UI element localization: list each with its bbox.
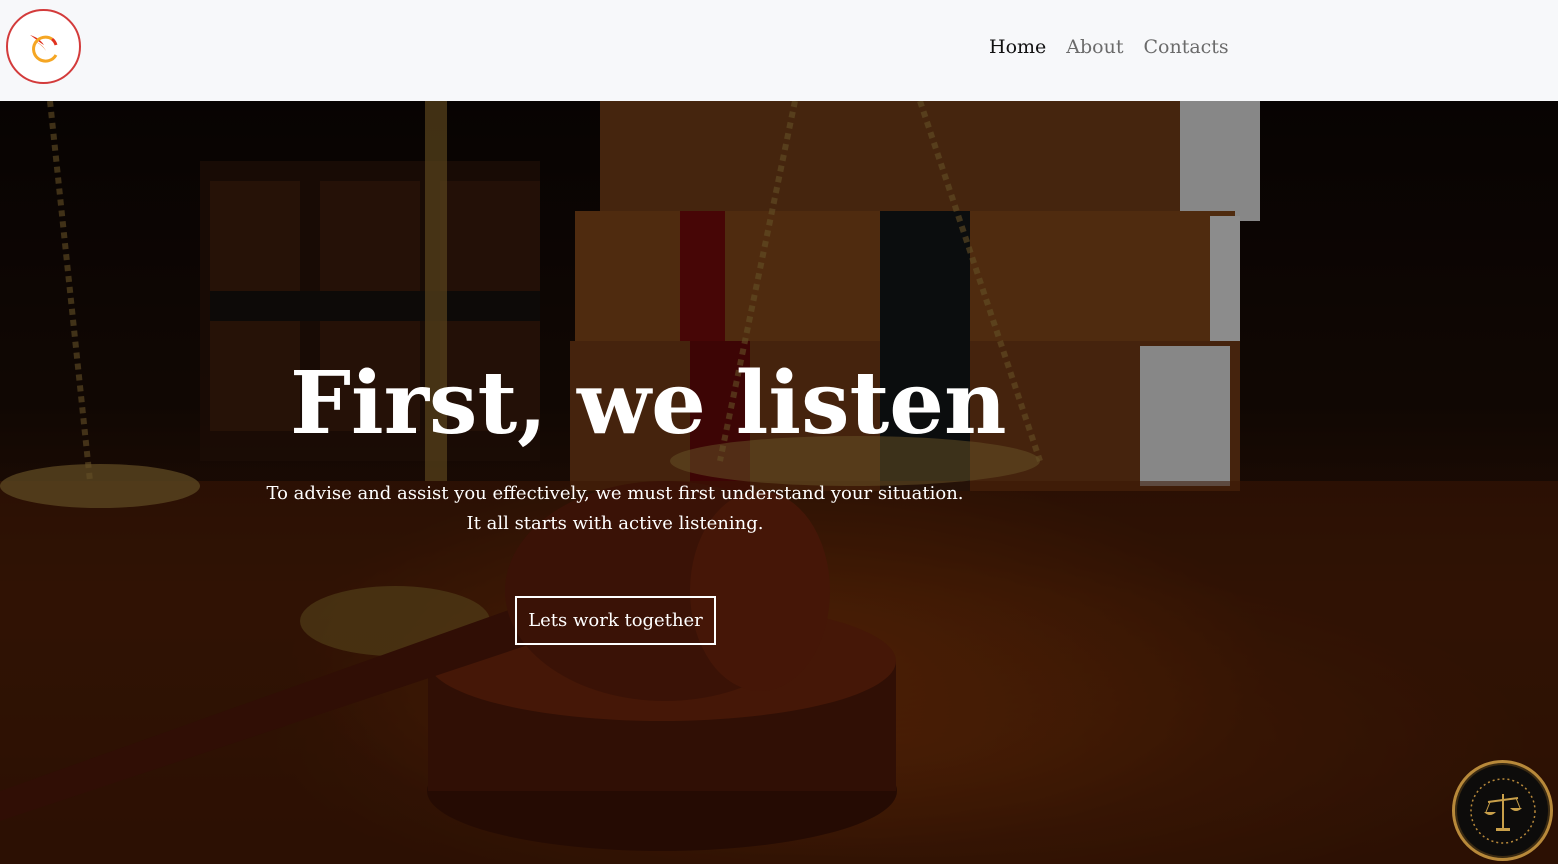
nav-home[interactable]: Home — [989, 34, 1046, 60]
hero-title: First, we listen — [290, 353, 1007, 454]
hero-subtitle-line-2: It all starts with active listening. — [466, 513, 764, 534]
top-navbar: Home About Contacts — [0, 0, 1558, 101]
hero-section: First, we listen To advise and assist yo… — [0, 101, 1558, 864]
hero-subtitle-line-1: To advise and assist you effectively, we… — [266, 483, 964, 504]
phoenix-logo-icon[interactable] — [6, 9, 81, 84]
hero-subtitle: To advise and assist you effectively, we… — [260, 479, 970, 539]
lets-work-together-button[interactable]: Lets work together — [515, 596, 716, 645]
nav-contacts[interactable]: Contacts — [1143, 34, 1228, 60]
nav-about[interactable]: About — [1066, 34, 1123, 60]
scales-of-justice-badge-icon[interactable] — [1452, 760, 1553, 861]
main-nav: Home About Contacts — [989, 34, 1229, 60]
